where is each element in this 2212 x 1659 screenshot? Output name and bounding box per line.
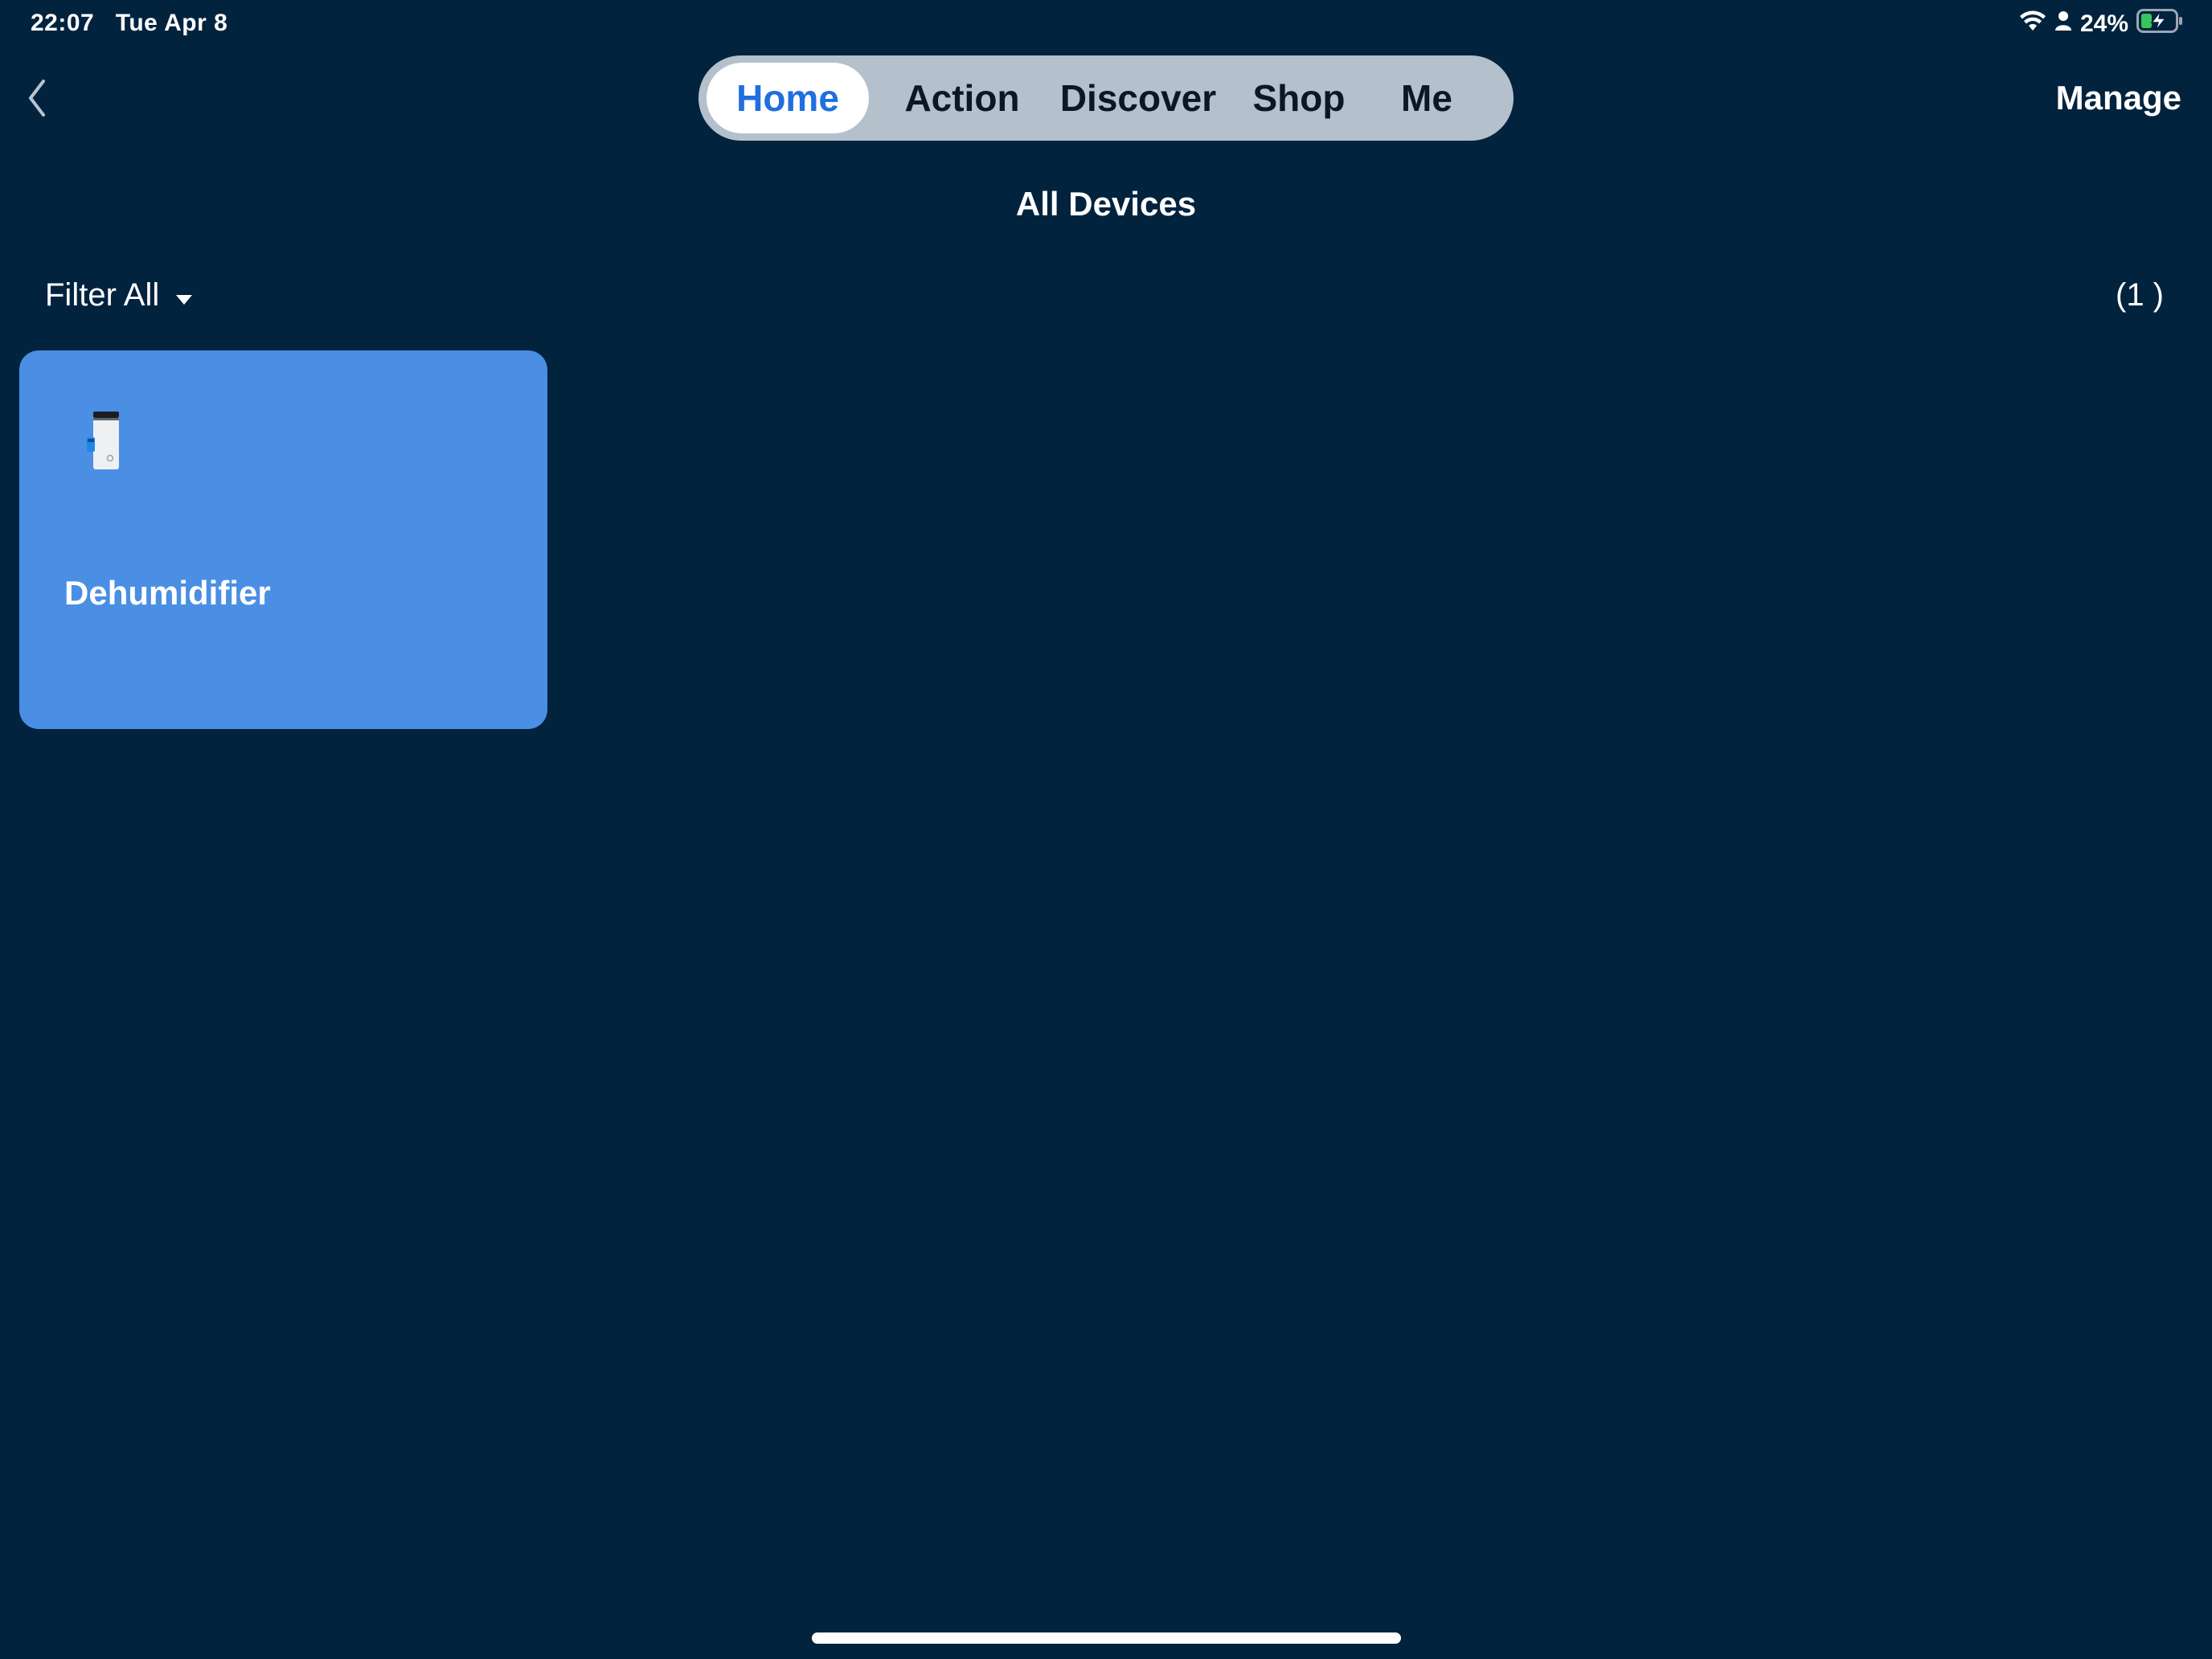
filter-dropdown[interactable]: Filter All — [45, 277, 193, 313]
tab-shop[interactable]: Shop — [1239, 63, 1359, 133]
battery-charging-icon — [2136, 9, 2183, 39]
tab-home[interactable]: Home — [707, 63, 869, 133]
dehumidifier-icon — [77, 407, 141, 471]
tab-bar: Home Action Discover Shop Me — [698, 55, 1514, 141]
device-count: (1 ) — [2116, 277, 2164, 313]
page-title: All Devices — [1015, 185, 1197, 223]
status-clock: 22:07 — [31, 10, 95, 36]
battery-percent: 24% — [2079, 10, 2128, 37]
back-button[interactable] — [19, 74, 55, 125]
chevron-left-icon — [26, 78, 48, 122]
caret-down-icon — [175, 277, 193, 313]
filter-label: Filter All — [45, 277, 160, 313]
status-indicators: 24% — [2019, 8, 2183, 40]
home-indicator[interactable] — [812, 1632, 1401, 1644]
device-card-dehumidifier[interactable]: Dehumidifier — [19, 350, 547, 729]
device-name: Dehumidifier — [64, 574, 271, 612]
status-date: Tue Apr 8 — [115, 10, 228, 36]
person-icon — [2054, 10, 2072, 38]
wifi-icon — [2019, 10, 2046, 39]
tab-me[interactable]: Me — [1387, 63, 1467, 133]
manage-button[interactable]: Manage — [2056, 79, 2181, 117]
status-time: 22:07 Tue Apr 8 — [31, 10, 227, 37]
tab-action[interactable]: Action — [891, 63, 1033, 133]
tab-discover[interactable]: Discover — [1046, 63, 1231, 133]
